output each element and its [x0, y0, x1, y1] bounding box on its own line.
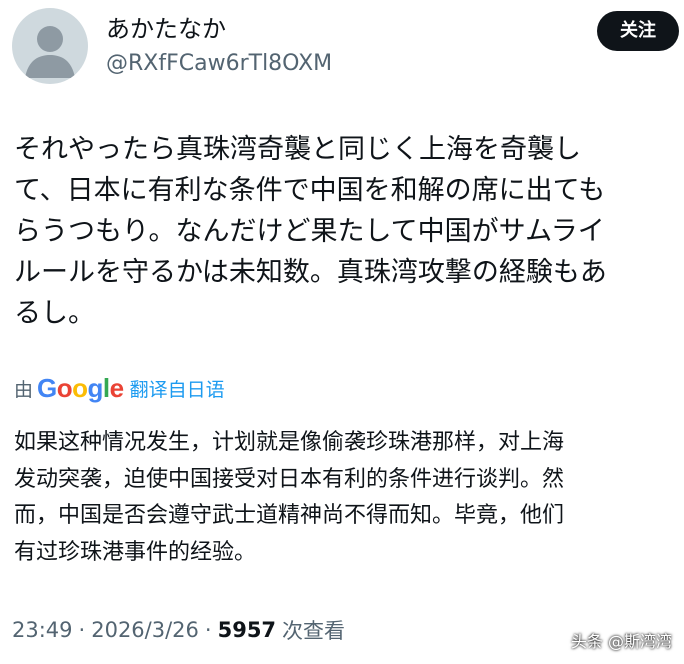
view-label: 次查看: [282, 619, 346, 643]
translate-link[interactable]: 由 Google 翻译自日语: [14, 372, 225, 403]
translated-text: 如果这种情况发生，计划就是像偷袭珍珠港那样，对上海 发动突袭，迫使中国接受对日本…: [14, 425, 682, 571]
tweet-line: るし。: [14, 298, 95, 329]
user-handle[interactable]: @RXfFCaw6rTl8OXM: [106, 50, 332, 78]
watermark: 头条 @斯湾湾: [570, 632, 672, 651]
translated-line: 有过珍珠港事件的经验。: [14, 539, 257, 565]
tweet-line: ルールを守るかは未知数。真珠湾攻撃の経験もあ: [14, 257, 607, 288]
translated-line: 发动突袭，迫使中国接受对日本有利的条件进行谈判。然: [14, 466, 565, 492]
tweet-meta: 23:49 · 2026/3/26 · 5957 次查看: [12, 615, 345, 645]
default-avatar-icon: [25, 26, 75, 78]
google-logo: Google: [37, 372, 124, 403]
translated-by-label: 由: [14, 378, 34, 401]
tweet-text: それやったら真珠湾奇襲と同じく上海を奇襲し て、日本に有利な条件で中国を和解の席…: [14, 129, 674, 334]
translate-source-label: 翻译自日语: [129, 378, 225, 401]
tweet-time[interactable]: 23:49: [12, 618, 73, 642]
avatar[interactable]: [12, 8, 88, 84]
tweet-date[interactable]: 2026/3/26: [91, 618, 199, 642]
display-name[interactable]: あかたなか: [106, 14, 226, 44]
tweet-line: て、日本に有利な条件で中国を和解の席に出ても: [14, 175, 606, 206]
separator: ·: [204, 618, 212, 642]
translated-line: 而，中国是否会遵守武士道精神尚不得而知。毕竟，他们: [14, 503, 565, 528]
view-count: 5957: [217, 618, 277, 642]
tweet-line: それやったら真珠湾奇襲と同じく上海を奇襲し: [14, 134, 581, 165]
separator: ·: [78, 618, 86, 642]
translated-line: 如果这种情况发生，计划就是像偷袭珍珠港那样，对上海: [14, 430, 565, 455]
tweet-line: らうつもり。なんだけど果たして中国がサムライ: [14, 216, 605, 247]
follow-button[interactable]: 关注: [597, 11, 679, 51]
